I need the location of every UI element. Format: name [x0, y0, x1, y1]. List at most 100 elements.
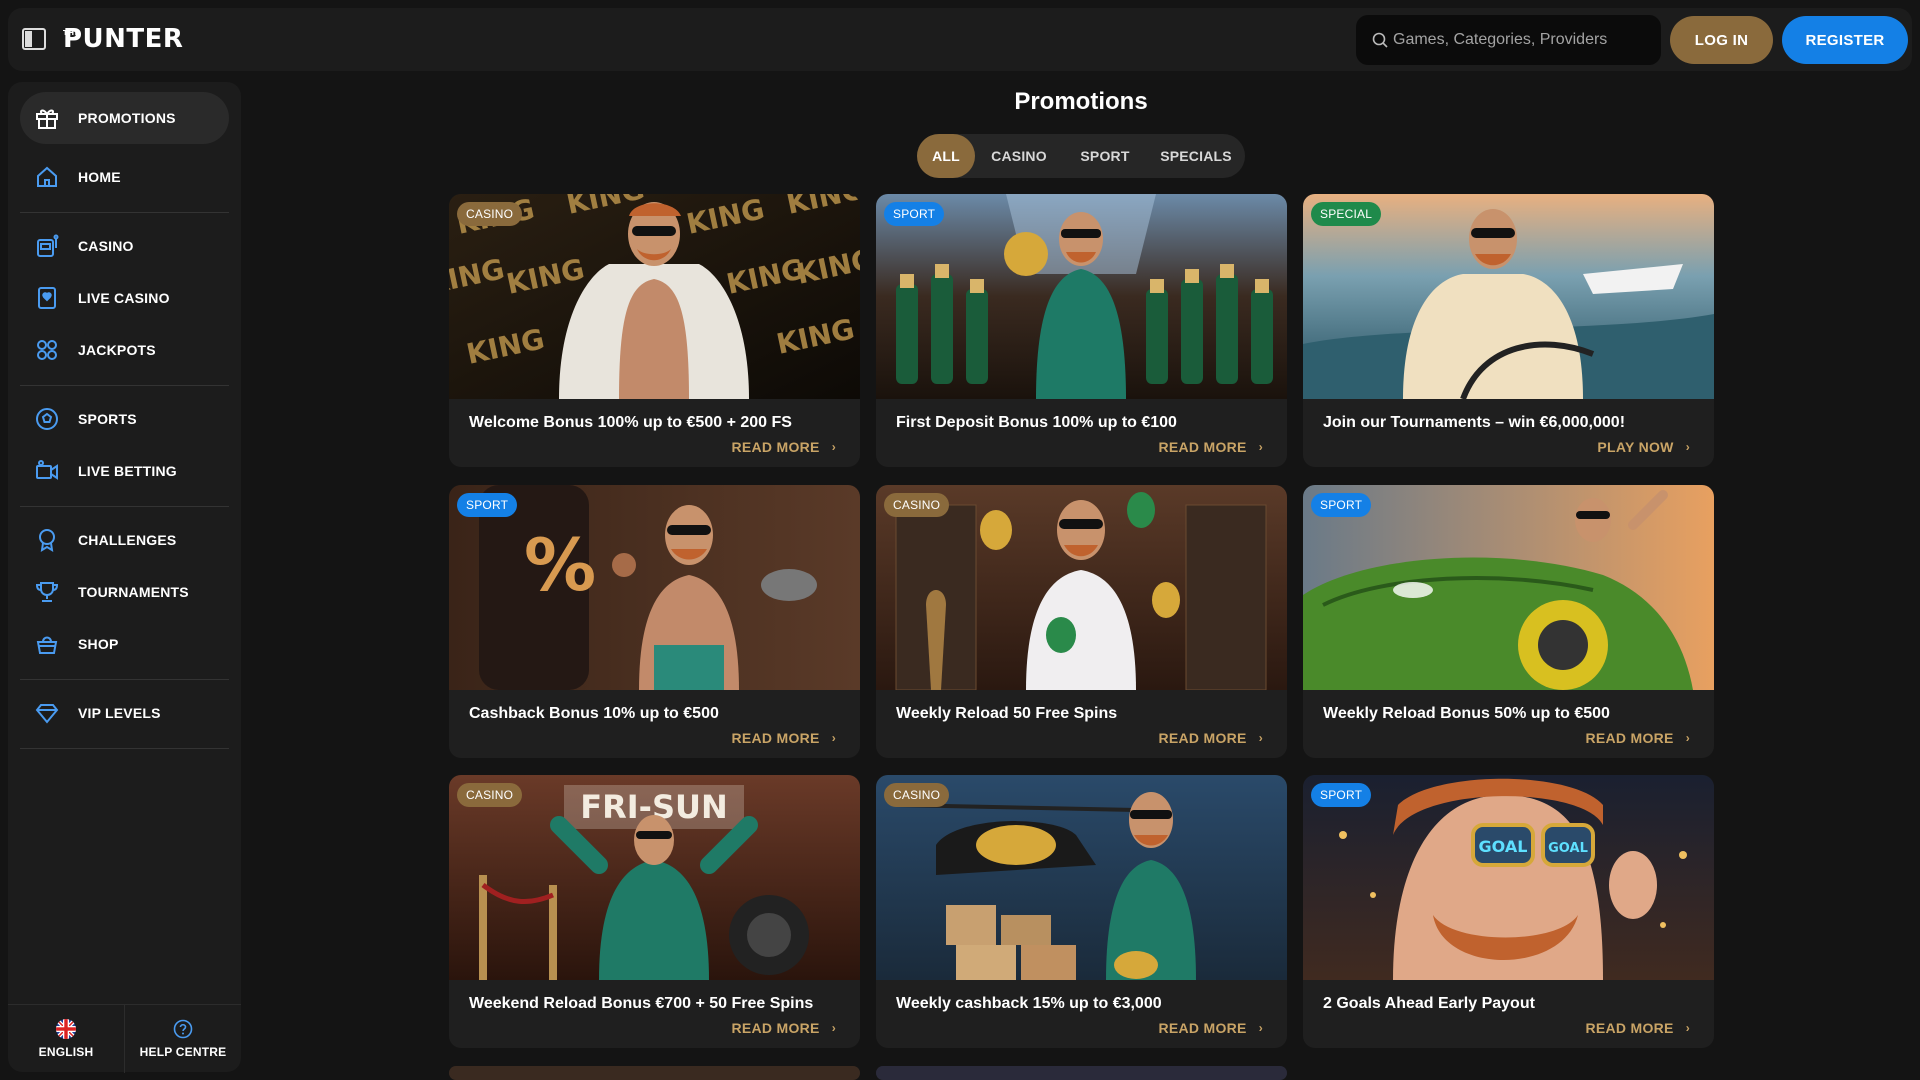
sidebar-item-jackpots[interactable]: JACKPOTS — [20, 324, 229, 376]
promo-card[interactable]: CASINO Weekly Reload 50 Free Spins READ … — [876, 485, 1287, 758]
promo-card[interactable]: FRI-SUN CASINO Weekend Reload Bonus €700… — [449, 775, 860, 1048]
promo-title: Weekend Reload Bonus €700 + 50 Free Spin… — [469, 995, 814, 1012]
cta-label: READ MORE — [1585, 1020, 1674, 1036]
promo-image: GOAL GOAL — [1303, 775, 1714, 980]
category-badge: SPECIAL — [1311, 202, 1382, 226]
tab-all[interactable]: ALL — [917, 134, 975, 178]
sidebar-item-home[interactable]: HOME — [20, 151, 229, 203]
sidebar-item-label: SHOP — [78, 636, 119, 652]
promo-image: % — [449, 485, 860, 690]
sidebar-item-live-betting[interactable]: LIVE BETTING — [20, 445, 229, 497]
sidebar-item-label: HOME — [78, 169, 121, 185]
promo-title: Weekly cashback 15% up to €3,000 — [896, 995, 1162, 1012]
sidebar-item-sports[interactable]: SPORTS — [20, 393, 229, 445]
sidebar-item-label: LIVE BETTING — [78, 463, 177, 479]
register-button[interactable]: REGISTER — [1782, 16, 1908, 64]
read-more-link[interactable]: READ MORE › — [1158, 1020, 1263, 1036]
divider — [20, 385, 229, 386]
sidebar-item-challenges[interactable]: CHALLENGES — [20, 514, 229, 566]
read-more-link[interactable]: READ MORE › — [731, 439, 836, 455]
sidebar-item-tournaments[interactable]: TOURNAMENTS — [20, 566, 229, 618]
promo-card[interactable] — [449, 1066, 860, 1080]
promo-title: 2 Goals Ahead Early Payout — [1323, 995, 1535, 1012]
chevron-right-icon: › — [831, 731, 836, 745]
help-label: HELP CENTRE — [139, 1045, 227, 1059]
read-more-link[interactable]: READ MORE › — [1158, 730, 1263, 746]
help-icon — [173, 1019, 193, 1039]
promo-image — [449, 1066, 860, 1080]
playing-card-icon — [33, 284, 61, 312]
login-button[interactable]: LOG IN — [1670, 16, 1773, 64]
cta-label: READ MORE — [1158, 439, 1247, 455]
promo-card[interactable]: SPECIAL Join our Tournaments – win €6,00… — [1303, 194, 1714, 467]
cta-label: PLAY NOW — [1597, 439, 1674, 455]
promo-card[interactable]: SPORT Weekly Reload Bonus 50% up to €500… — [1303, 485, 1714, 758]
promo-card[interactable] — [876, 1066, 1287, 1080]
sidebar-item-live-casino[interactable]: LIVE CASINO — [20, 272, 229, 324]
promo-card[interactable]: GOAL GOAL SPORT 2 Goals Ahead Early Payo… — [1303, 775, 1714, 1048]
chevron-right-icon: › — [1685, 440, 1690, 454]
divider — [20, 679, 229, 680]
medal-icon — [33, 526, 61, 554]
category-badge: CASINO — [884, 783, 950, 807]
category-badge: SPORT — [1311, 783, 1372, 807]
chevron-right-icon: › — [1685, 731, 1690, 745]
search-input[interactable] — [1393, 15, 1648, 65]
chevron-right-icon: › — [831, 1021, 836, 1035]
search-box[interactable] — [1356, 15, 1661, 65]
tab-casino[interactable]: CASINO — [975, 134, 1063, 178]
sidebar-item-vip-levels[interactable]: VIP LEVELS — [20, 687, 229, 739]
cta-label: READ MORE — [1585, 730, 1674, 746]
chevron-right-icon: › — [1258, 1021, 1263, 1035]
play-now-link[interactable]: PLAY NOW › — [1597, 439, 1690, 455]
home-icon — [33, 163, 61, 191]
promo-card[interactable]: CASINO Weekly cashback 15% up to €3,000 … — [876, 775, 1287, 1048]
promo-image — [1303, 485, 1714, 690]
promo-title: First Deposit Bonus 100% up to €100 — [896, 414, 1177, 431]
category-badge: SPORT — [884, 202, 945, 226]
sidebar-toggle-icon[interactable] — [22, 28, 46, 50]
sidebar: PROMOTIONS HOME CASINO LIVE CASINO JACKP… — [8, 82, 241, 1073]
svg-text:GOAL: GOAL — [1548, 841, 1588, 856]
chevron-right-icon: › — [1258, 731, 1263, 745]
site-logo[interactable]: THE PUNTER — [63, 24, 183, 54]
sidebar-item-label: CHALLENGES — [78, 532, 177, 548]
svg-text:%: % — [524, 523, 596, 607]
cta-label: READ MORE — [1158, 730, 1247, 746]
sidebar-item-label: LIVE CASINO — [78, 290, 170, 306]
sidebar-item-label: SPORTS — [78, 411, 137, 427]
cta-label: READ MORE — [1158, 1020, 1247, 1036]
read-more-link[interactable]: READ MORE › — [1158, 439, 1263, 455]
help-centre-link[interactable]: HELP CENTRE — [125, 1005, 241, 1073]
cta-label: READ MORE — [731, 1020, 820, 1036]
search-icon — [1372, 32, 1388, 48]
tab-specials[interactable]: SPECIALS — [1147, 134, 1245, 178]
promo-card[interactable]: SPORT First Deposit Bonus 100% up to €10… — [876, 194, 1287, 467]
category-badge: CASINO — [457, 783, 523, 807]
chevron-right-icon: › — [831, 440, 836, 454]
cta-label: READ MORE — [731, 730, 820, 746]
slot-machine-icon — [33, 232, 61, 260]
read-more-link[interactable]: READ MORE › — [1585, 1020, 1690, 1036]
promo-title: Weekly Reload Bonus 50% up to €500 — [1323, 705, 1610, 722]
divider — [20, 506, 229, 507]
sidebar-item-label: CASINO — [78, 238, 134, 254]
category-badge: SPORT — [1311, 493, 1372, 517]
promo-card[interactable]: % SPORT Cashback Bonus 10% up to €500 RE… — [449, 485, 860, 758]
promo-card[interactable]: KING KING KING KING KING KING KING KING … — [449, 194, 860, 467]
read-more-link[interactable]: READ MORE › — [1585, 730, 1690, 746]
category-badge: SPORT — [457, 493, 518, 517]
promo-title: Join our Tournaments – win €6,000,000! — [1323, 414, 1626, 431]
soccer-ball-icon — [33, 405, 61, 433]
sidebar-item-casino[interactable]: CASINO — [20, 220, 229, 272]
language-selector[interactable]: ENGLISH — [8, 1005, 124, 1073]
read-more-link[interactable]: READ MORE › — [731, 1020, 836, 1036]
sidebar-item-shop[interactable]: SHOP — [20, 618, 229, 670]
tab-sport[interactable]: SPORT — [1063, 134, 1147, 178]
sidebar-item-label: VIP LEVELS — [78, 705, 161, 721]
jackpot-icon — [33, 336, 61, 364]
cta-label: READ MORE — [731, 439, 820, 455]
chevron-right-icon: › — [1685, 1021, 1690, 1035]
svg-text:GOAL: GOAL — [1479, 837, 1528, 856]
read-more-link[interactable]: READ MORE › — [731, 730, 836, 746]
